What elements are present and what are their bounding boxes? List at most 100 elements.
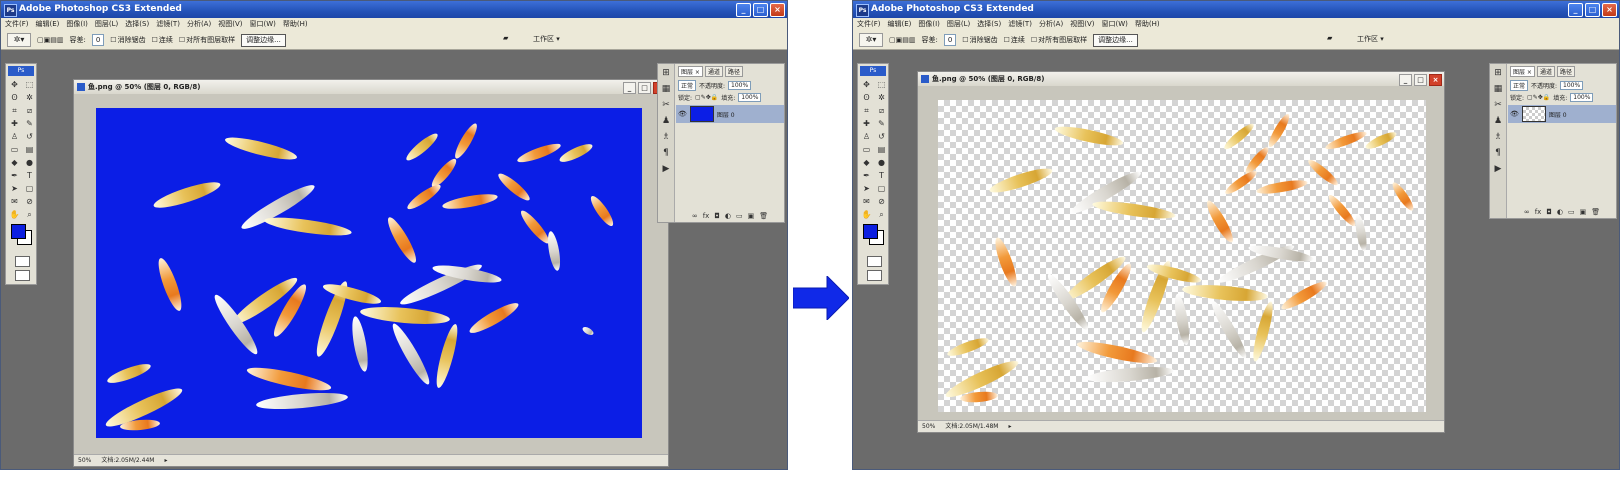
eye-icon[interactable]: 👁: [678, 110, 687, 118]
maximize-icon[interactable]: □: [753, 3, 768, 17]
type-tool-icon[interactable]: T: [23, 170, 36, 181]
close-icon[interactable]: ×: [770, 3, 785, 17]
tab-layers[interactable]: 图层 ×: [678, 66, 703, 77]
brush-tool-icon[interactable]: ✎: [875, 118, 888, 129]
lasso-tool-icon[interactable]: ʘ: [860, 92, 873, 103]
clone-source-icon[interactable]: ♗: [662, 132, 670, 142]
healing-brush-icon[interactable]: ✚: [860, 118, 873, 129]
tolerance-input[interactable]: 0: [943, 34, 957, 46]
group-icon[interactable]: ▭: [1568, 208, 1575, 216]
tab-layers[interactable]: 图层 ×: [1510, 66, 1535, 77]
document-title-bar[interactable]: 鱼.png @ 50% (图层 0, RGB/8) _ □ ×: [74, 80, 668, 94]
fill-input[interactable]: 100%: [738, 93, 762, 102]
menu-select[interactable]: 选择(S): [125, 18, 149, 31]
menu-layer[interactable]: 图层(L): [95, 18, 118, 31]
menu-filter[interactable]: 滤镜(T): [1008, 18, 1032, 31]
path-select-icon[interactable]: ➤: [8, 183, 21, 194]
minimize-icon[interactable]: _: [1399, 74, 1412, 86]
menu-image[interactable]: 图像(I): [66, 18, 88, 31]
menu-view[interactable]: 视图(V): [1070, 18, 1094, 31]
new-layer-icon[interactable]: ▣: [1580, 208, 1587, 216]
minimize-icon[interactable]: _: [736, 3, 751, 17]
maximize-icon[interactable]: □: [638, 82, 651, 94]
magic-wand-icon[interactable]: ✲: [875, 92, 888, 103]
fx-icon[interactable]: fx: [1535, 208, 1542, 216]
brush-tool-icon[interactable]: ✎: [23, 118, 36, 129]
screen-mode-icon[interactable]: [15, 270, 30, 281]
minimize-icon[interactable]: _: [623, 82, 636, 94]
hand-tool-icon[interactable]: ✋: [860, 209, 873, 220]
quick-mask-icon[interactable]: [15, 256, 30, 267]
image-canvas-blue-background[interactable]: [96, 108, 642, 438]
group-icon[interactable]: ▭: [736, 212, 743, 220]
type-tool-icon[interactable]: T: [875, 170, 888, 181]
tab-channels[interactable]: 通道: [704, 66, 723, 77]
close-icon[interactable]: ×: [1429, 74, 1442, 86]
actions-icon[interactable]: ▶: [663, 164, 670, 174]
adjustment-icon[interactable]: ◐: [1557, 208, 1563, 216]
tool-presets-icon[interactable]: ✂: [662, 100, 670, 110]
dodge-tool-icon[interactable]: ●: [23, 157, 36, 168]
notes-tool-icon[interactable]: ✉: [8, 196, 21, 207]
contiguous-checkbox[interactable]: 连续: [152, 35, 173, 45]
lock-icons[interactable]: ▢✎✥🔒: [695, 94, 718, 101]
marquee-tool-icon[interactable]: ⬚: [875, 79, 888, 90]
menu-view[interactable]: 视图(V): [218, 18, 242, 31]
history-icon[interactable]: ¶: [1495, 148, 1501, 158]
slice-tool-icon[interactable]: ⧄: [875, 105, 888, 116]
link-icon[interactable]: ∞: [1524, 208, 1530, 216]
lasso-tool-icon[interactable]: ʘ: [8, 92, 21, 103]
selection-mode-icons[interactable]: ▢▣▤▥: [889, 36, 915, 44]
zoom-level[interactable]: 50%: [922, 421, 935, 432]
status-arrow-icon[interactable]: ▸: [164, 455, 167, 466]
menu-filter[interactable]: 滤镜(T): [156, 18, 180, 31]
tab-paths[interactable]: 路径: [1556, 66, 1575, 77]
antialias-checkbox[interactable]: 消除锯齿: [110, 35, 146, 45]
layer-row[interactable]: 👁 图层 0: [676, 105, 784, 123]
foreground-color-swatch[interactable]: [11, 224, 26, 239]
histogram-icon[interactable]: ▦: [662, 84, 671, 94]
dodge-tool-icon[interactable]: ●: [875, 157, 888, 168]
opacity-input[interactable]: 100%: [728, 81, 752, 90]
status-arrow-icon[interactable]: ▸: [1008, 421, 1011, 432]
brushes-icon[interactable]: ♟: [662, 116, 670, 126]
eraser-tool-icon[interactable]: ▭: [860, 144, 873, 155]
layer-row[interactable]: 👁 图层 0: [1508, 105, 1616, 123]
menu-help[interactable]: 帮助(H): [1135, 18, 1160, 31]
antialias-checkbox[interactable]: 消除锯齿: [962, 35, 998, 45]
slice-tool-icon[interactable]: ⧄: [23, 105, 36, 116]
screen-mode-icon[interactable]: [867, 270, 882, 281]
pen-tool-icon[interactable]: ✒: [860, 170, 873, 181]
shape-tool-icon[interactable]: ▢: [23, 183, 36, 194]
maximize-icon[interactable]: □: [1585, 3, 1600, 17]
menu-help[interactable]: 帮助(H): [283, 18, 308, 31]
document-size[interactable]: 文档:2.05M/2.44M: [101, 455, 154, 466]
document-size[interactable]: 文档:2.05M/1.48M: [945, 421, 998, 432]
fx-icon[interactable]: fx: [703, 212, 710, 220]
magic-wand-tool-icon[interactable]: ✲▾: [7, 33, 31, 47]
selection-mode-icons[interactable]: ▢▣▤▥: [37, 36, 63, 44]
hand-tool-icon[interactable]: ✋: [8, 209, 21, 220]
adjustment-icon[interactable]: ◐: [725, 212, 731, 220]
all-layers-checkbox[interactable]: 对所有图层取样: [179, 35, 235, 45]
quick-mask-icon[interactable]: [867, 256, 882, 267]
crop-tool-icon[interactable]: ⌗: [860, 105, 873, 116]
tolerance-input[interactable]: 0: [91, 34, 105, 46]
clone-source-icon[interactable]: ♗: [1494, 132, 1502, 142]
menu-window[interactable]: 窗口(W): [1101, 18, 1127, 31]
bridge-icon[interactable]: ▰: [1327, 34, 1332, 42]
minimize-icon[interactable]: _: [1568, 3, 1583, 17]
history-brush-icon[interactable]: ↺: [23, 131, 36, 142]
eye-icon[interactable]: 👁: [1510, 110, 1519, 118]
blend-mode-select[interactable]: 正常: [1510, 80, 1529, 91]
menu-select[interactable]: 选择(S): [977, 18, 1001, 31]
magic-wand-icon[interactable]: ✲: [23, 92, 36, 103]
menu-edit[interactable]: 编辑(E): [36, 18, 60, 31]
eyedropper-icon[interactable]: ⊘: [23, 196, 36, 207]
layer-name[interactable]: 图层 0: [717, 110, 735, 119]
history-brush-icon[interactable]: ↺: [875, 131, 888, 142]
document-title-bar[interactable]: 鱼.png @ 50% (图层 0, RGB/8) _ □ ×: [918, 72, 1444, 86]
refine-edge-button[interactable]: 调整边缘...: [241, 33, 286, 47]
healing-brush-icon[interactable]: ✚: [8, 118, 21, 129]
tool-presets-icon[interactable]: ✂: [1494, 100, 1502, 110]
